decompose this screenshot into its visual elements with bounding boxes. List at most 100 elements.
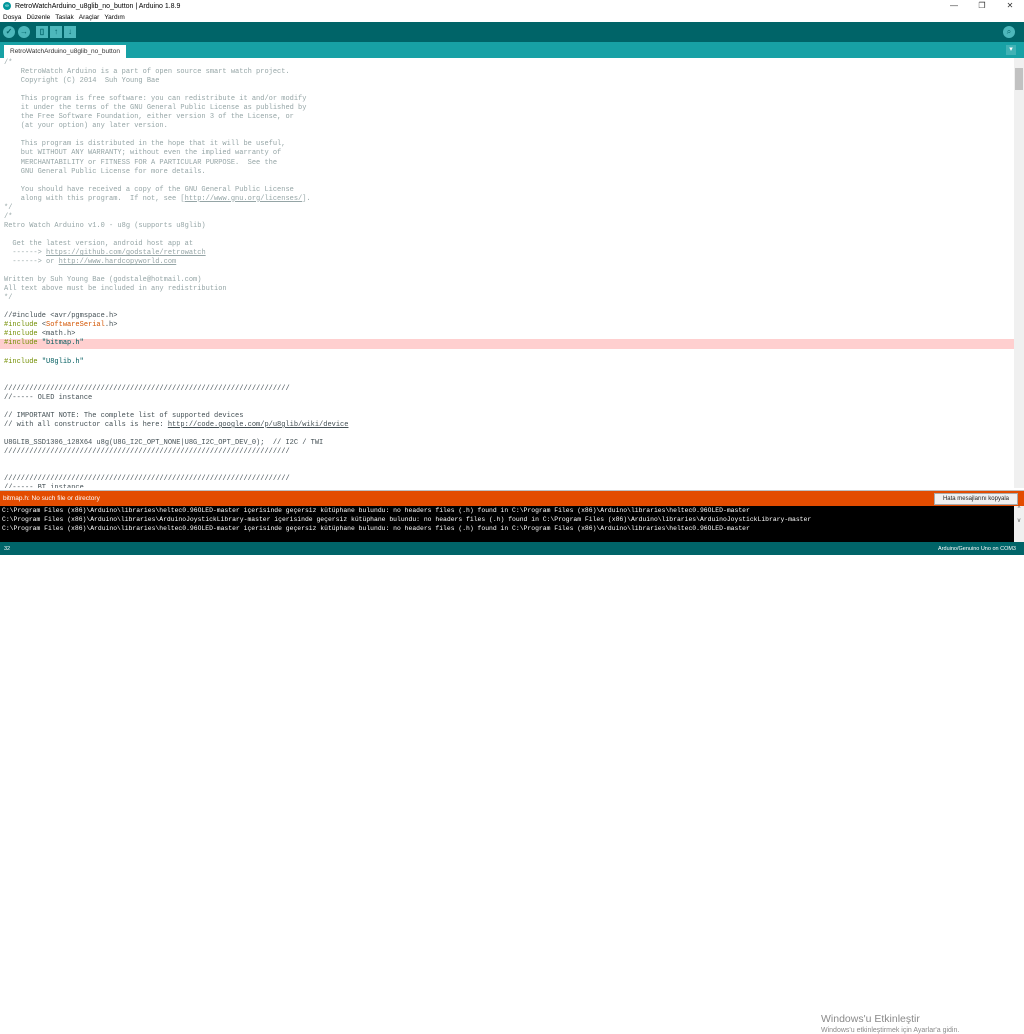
save-button[interactable]: ↓ <box>64 26 76 38</box>
code-token: #include <box>4 357 42 366</box>
copy-error-button[interactable]: Hata mesajlarını kopyala <box>933 493 1018 505</box>
editor-scrollbar[interactable] <box>1014 58 1024 488</box>
code-token: */ <box>4 203 13 212</box>
code-token: //----- BT instance <box>4 484 84 488</box>
console-line: C:\Program Files (x86)\Arduino\libraries… <box>2 516 812 523</box>
code-token: ////////////////////////////////////////… <box>4 475 290 484</box>
code-token: //#include <avr/pgmspace.h> <box>4 312 118 321</box>
windows-activation-watermark: Windows'u Etkinleştir Windows'u etkinleş… <box>821 1013 959 1034</box>
toolbar: ✓ → ▯ ↑ ↓ ⌕ <box>0 22 1024 42</box>
code-token: This program is free software: you can r… <box>4 95 307 104</box>
arduino-logo-icon: ∞ <box>3 2 11 10</box>
tab-bar: RetroWatchArduino_u8glib_no_button ▾ <box>0 42 1024 58</box>
code-line: */ <box>0 294 1014 303</box>
code-token: .h> <box>104 321 118 330</box>
menu-bar: Dosya Düzenle Taslak Araçlar Yardım <box>0 12 1024 22</box>
code-line: //----- BT instance <box>0 484 1014 488</box>
tab-menu-button[interactable]: ▾ <box>1006 45 1016 55</box>
code-line: U8GLIB_SSD1306_128X64 u8g(U8G_I2C_OPT_NO… <box>0 439 1014 448</box>
code-line: Retro Watch Arduino v1.0 - u8g (supports… <box>0 222 1014 231</box>
code-token: #include <box>4 339 42 348</box>
code-link[interactable]: https://github.com/godstale/retrowatch <box>46 249 206 257</box>
code-line: ////////////////////////////////////////… <box>0 448 1014 457</box>
code-line: This program is distributed in the hope … <box>0 140 1014 149</box>
code-token: MERCHANTABILITY or FITNESS FOR A PARTICU… <box>4 158 278 167</box>
minimize-button[interactable]: — <box>940 0 968 12</box>
line-number: 32 <box>4 546 11 552</box>
code-line: #include "U8glib.h" <box>0 358 1014 367</box>
code-token: ////////////////////////////////////////… <box>4 384 290 393</box>
code-token: it under the terms of the GNU General Pu… <box>4 104 307 113</box>
code-token: /* <box>4 59 13 67</box>
upload-button[interactable]: → <box>18 26 30 38</box>
code-line: GNU General Public License for more deta… <box>0 168 1014 177</box>
code-token: "bitmap.h" <box>41 339 84 348</box>
maximize-button[interactable]: ❐ <box>968 0 996 12</box>
code-editor[interactable]: /* RetroWatch Arduino is a part of open … <box>0 58 1014 488</box>
code-token: */ <box>4 294 13 303</box>
code-line: */ <box>0 204 1014 213</box>
code-token: SoftwareSerial <box>46 321 105 330</box>
serial-monitor-button[interactable]: ⌕ <box>1003 26 1015 38</box>
code-token: GNU General Public License for more deta… <box>4 167 206 176</box>
code-line: ------> or http://www.hardcopyworld.com <box>0 258 1014 267</box>
code-line: RetroWatch Arduino is a part of open sou… <box>0 68 1014 77</box>
menu-sketch[interactable]: Taslak <box>55 14 73 21</box>
code-lines: /* RetroWatch Arduino is a part of open … <box>0 59 1014 488</box>
code-line-error: #include "bitmap.h" <box>0 339 1014 349</box>
console-line: C:\Program Files (x86)\Arduino\libraries… <box>2 525 750 532</box>
code-line: (at your option) any later version. <box>0 122 1014 131</box>
code-line: /* <box>0 59 1014 68</box>
code-token: This program is distributed in the hope … <box>4 140 286 149</box>
code-token: Copyright (C) 2014 Suh Young Bae <box>4 77 160 86</box>
code-link[interactable]: http://www.hardcopyworld.com <box>59 258 177 266</box>
menu-help[interactable]: Yardım <box>104 14 124 21</box>
menu-edit[interactable]: Düzenle <box>26 14 50 21</box>
code-line: ////////////////////////////////////////… <box>0 475 1014 484</box>
error-bar: bitmap.h: No such file or directory Hata… <box>0 490 1024 506</box>
tab-sketch[interactable]: RetroWatchArduino_u8glib_no_button <box>4 45 126 58</box>
code-token: // IMPORTANT NOTE: The complete list of … <box>4 411 248 420</box>
open-button[interactable]: ↑ <box>50 26 62 38</box>
code-line: MERCHANTABILITY or FITNESS FOR A PARTICU… <box>0 159 1014 168</box>
code-link[interactable]: http://www.gnu.org/licenses/ <box>185 195 303 203</box>
code-token: // with all constructor calls is here: <box>4 420 168 429</box>
board-info: Arduino/Genuino Uno on COM3 <box>938 546 1016 552</box>
verify-button[interactable]: ✓ <box>3 26 15 38</box>
code-line: You should have received a copy of the G… <box>0 186 1014 195</box>
code-token: U8GLIB_SSD1306_128X64 u8g(U8G_I2C_OPT_NO… <box>4 438 328 447</box>
code-token: but WITHOUT ANY WARRANTY; without even t… <box>4 149 282 158</box>
code-token: Retro Watch Arduino v1.0 - u8g (supports… <box>4 221 206 230</box>
code-link[interactable]: http://code.google.com/p/u8glib/wiki/dev… <box>168 421 349 429</box>
code-line: // with all constructor calls is here: h… <box>0 421 1014 430</box>
menu-tools[interactable]: Araçlar <box>79 14 100 21</box>
code-line: it under the terms of the GNU General Pu… <box>0 104 1014 113</box>
code-token: Get the latest version, android host app… <box>4 239 198 248</box>
code-token: (at your option) any later version. <box>4 122 168 131</box>
code-token: #include <box>4 330 42 339</box>
code-token: Written by Suh Young Bae (godstale@hotma… <box>4 276 202 285</box>
code-line: //----- OLED instance <box>0 394 1014 403</box>
code-line: ////////////////////////////////////////… <box>0 385 1014 394</box>
scrollbar-thumb[interactable] <box>1015 68 1023 90</box>
watermark-title: Windows'u Etkinleştir <box>821 1013 920 1025</box>
new-button[interactable]: ▯ <box>36 26 48 38</box>
code-token: All text above must be included in any r… <box>4 285 227 294</box>
code-token: RetroWatch Arduino is a part of open sou… <box>4 68 290 77</box>
console-scrollbar[interactable]: ^ v <box>1014 506 1024 542</box>
code-line: /* <box>0 213 1014 222</box>
code-line: ------> https://github.com/godstale/retr… <box>0 249 1014 258</box>
close-button[interactable]: ✕ <box>996 0 1024 12</box>
code-token: You should have received a copy of the G… <box>4 185 294 194</box>
menu-file[interactable]: Dosya <box>3 14 21 21</box>
status-bar: 32 Arduino/Genuino Uno on COM3 <box>0 542 1024 555</box>
code-token: //----- OLED instance <box>4 393 93 402</box>
